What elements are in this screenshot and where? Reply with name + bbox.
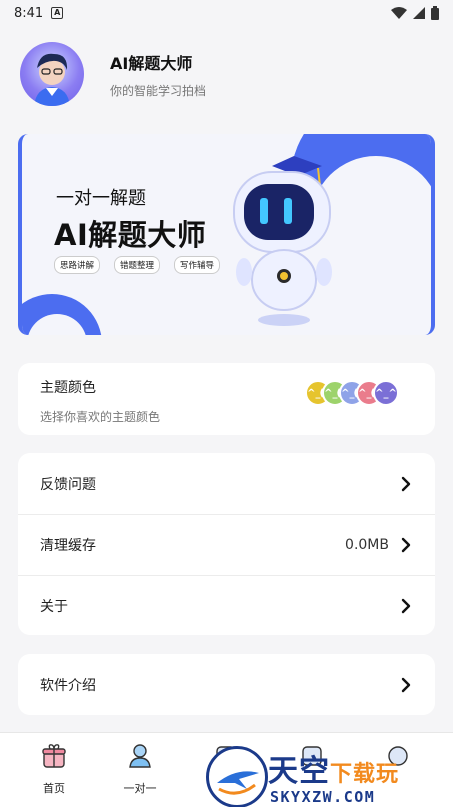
robot-mascot-illustration (233, 156, 332, 326)
cache-size-value: 0.0MB (345, 536, 389, 553)
nav-item-home[interactable]: 首页 (24, 743, 84, 796)
chevron-right-icon (401, 598, 411, 613)
wifi-icon (391, 7, 407, 19)
theme-title: 主题颜色 (40, 380, 96, 396)
settings-row-clear-cache[interactable]: 清理缓存 0.0MB (18, 514, 435, 575)
settings-list: 反馈问题 清理缓存 0.0MB 关于 (18, 453, 435, 635)
banner-tag: 写作辅导 (174, 256, 221, 274)
status-time: 8:41 (14, 5, 44, 21)
app-subtitle: 你的智能学习拍档 (110, 83, 207, 98)
settings-row-label: 反馈问题 (40, 476, 96, 493)
theme-swatches: (^_^) (^_^) (^_^) (^_^) (^_^) (303, 380, 405, 406)
chevron-right-icon (401, 677, 411, 692)
theme-color-card: 主题颜色 选择你喜欢的主题颜色 (^_^) (^_^) (^_^) (^_^) … (18, 363, 435, 435)
theme-swatch-purple[interactable]: (^_^) (371, 380, 401, 406)
status-notification-icon: A (51, 7, 64, 19)
app-name: AI解题大师 (110, 53, 193, 73)
banner-tag: 错题整理 (114, 256, 161, 274)
profile-header: AI解题大师 你的智能学习拍档 (20, 42, 206, 106)
battery-icon (431, 6, 439, 20)
banner-subtitle: 一对一解题 (56, 188, 146, 209)
nav-label-one-on-one: 一对一 (123, 782, 157, 795)
watermark-url: SKYXZW.COM (270, 788, 376, 806)
settings-row-about[interactable]: 关于 (18, 575, 435, 636)
gift-box-icon (42, 744, 66, 768)
watermark-title: 天空下载玩 (268, 746, 399, 790)
watermark-logo (206, 746, 268, 807)
intro-card: 软件介绍 (18, 654, 435, 715)
avatar-illustration (34, 53, 70, 106)
settings-row-intro[interactable]: 软件介绍 (18, 654, 435, 715)
nav-label-home: 首页 (43, 782, 65, 795)
signal-icon (413, 7, 425, 19)
settings-row-label: 关于 (40, 598, 68, 615)
chevron-right-icon (401, 537, 411, 552)
banner-tags: 思路讲解 错题整理 写作辅导 (54, 256, 221, 274)
watermark-name-b: 下载玩 (330, 762, 400, 787)
promo-banner[interactable]: 一对一解题 AI解题大师 思路讲解 错题整理 写作辅导 (18, 134, 435, 335)
nav-item-one-on-one[interactable]: 一对一 (110, 743, 170, 796)
settings-row-feedback[interactable]: 反馈问题 (18, 453, 435, 514)
person-icon (129, 744, 151, 768)
banner-title: AI解题大师 (54, 218, 207, 252)
watermark: 天空下载玩 SKYXZW.COM (206, 744, 453, 807)
chevron-right-icon (401, 476, 411, 491)
status-bar: 8:41 A (0, 0, 453, 26)
settings-row-label: 软件介绍 (40, 677, 96, 694)
theme-subtitle: 选择你喜欢的主题颜色 (40, 410, 161, 424)
settings-row-label: 清理缓存 (40, 537, 96, 554)
avatar[interactable] (20, 42, 84, 106)
watermark-name-a: 天空 (268, 754, 330, 789)
banner-tag: 思路讲解 (54, 256, 101, 274)
